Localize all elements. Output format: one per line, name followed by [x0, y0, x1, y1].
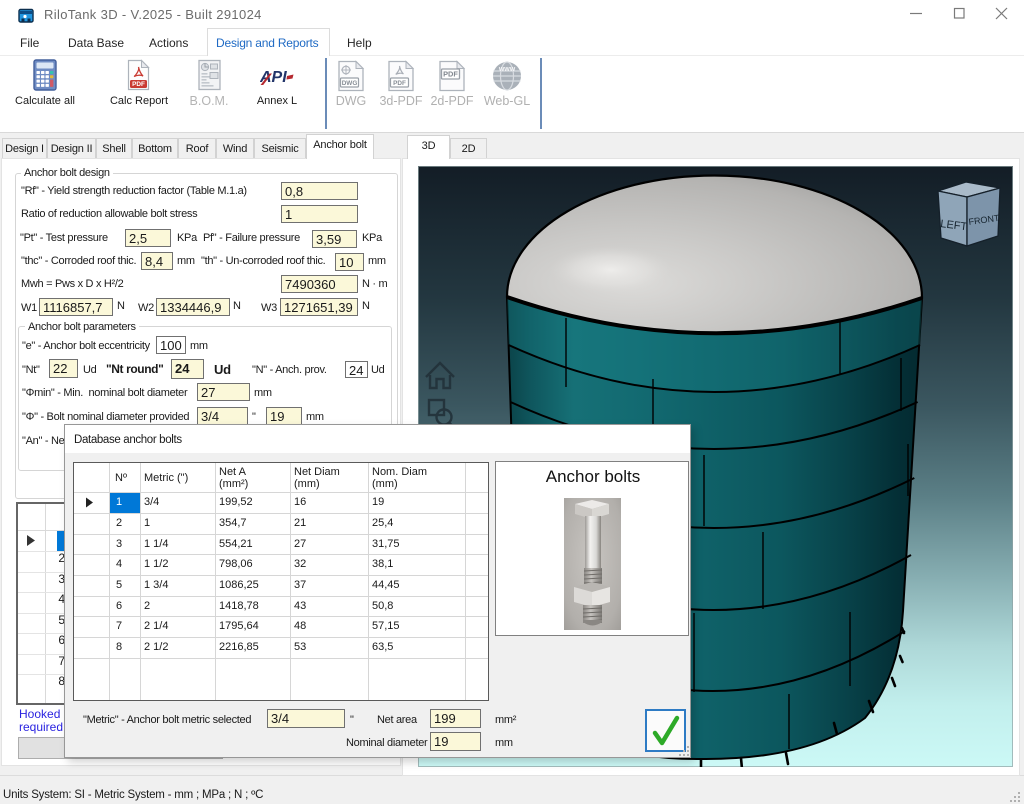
- svg-text:www: www: [498, 66, 516, 73]
- svg-text:DWG: DWG: [342, 80, 358, 87]
- svg-text:PDF: PDF: [393, 80, 406, 87]
- svg-text:PDF: PDF: [443, 70, 458, 79]
- svg-text:PDF: PDF: [132, 81, 145, 88]
